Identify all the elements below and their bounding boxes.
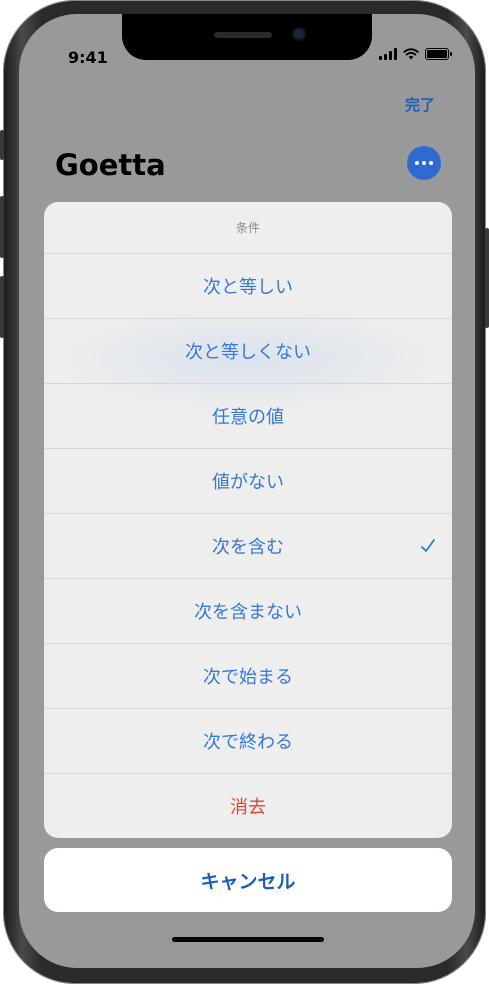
option-begins-with[interactable]: 次で始まる xyxy=(44,644,452,709)
dot-icon xyxy=(429,161,433,165)
phone-frame: 9:41 完了 Goetta 条件 次と等しい 次と等しくない 任意の値 値がな… xyxy=(0,0,489,984)
cancel-button[interactable]: キャンセル xyxy=(44,848,452,912)
option-not-contains[interactable]: 次を含まない xyxy=(44,579,452,644)
status-time: 9:41 xyxy=(68,48,108,67)
option-label: 値がない xyxy=(212,472,284,493)
option-contains[interactable]: 次を含む xyxy=(44,514,452,579)
more-options-button[interactable] xyxy=(407,146,441,180)
clear-button[interactable]: 消去 xyxy=(44,774,452,838)
option-label: 任意の値 xyxy=(212,407,284,428)
option-ends-with[interactable]: 次で終わる xyxy=(44,709,452,774)
done-button[interactable]: 完了 xyxy=(405,94,435,115)
side-button xyxy=(485,228,489,328)
dot-icon xyxy=(415,161,419,165)
option-label: 次で終わる xyxy=(203,732,293,753)
status-indicators xyxy=(379,48,452,60)
option-label: 次を含む xyxy=(212,537,284,558)
mute-switch xyxy=(0,130,4,160)
cellular-signal-icon xyxy=(379,48,397,60)
notch xyxy=(122,14,372,60)
front-camera xyxy=(294,29,304,39)
wifi-icon xyxy=(403,48,419,60)
action-sheet: 条件 次と等しい 次と等しくない 任意の値 値がない 次を含む 次を含まない 次… xyxy=(44,202,452,838)
clear-label: 消去 xyxy=(230,797,266,818)
battery-icon xyxy=(425,48,452,60)
volume-down-button xyxy=(0,276,4,338)
screen: 9:41 完了 Goetta 条件 次と等しい 次と等しくない 任意の値 値がな… xyxy=(19,14,475,968)
dot-icon xyxy=(422,161,426,165)
action-sheet-title: 条件 xyxy=(44,202,452,254)
option-label: 次で始まる xyxy=(203,667,293,688)
option-label: 次と等しくない xyxy=(185,342,311,363)
option-label: 次を含まない xyxy=(194,602,302,623)
option-label: 次と等しい xyxy=(203,277,293,298)
home-indicator xyxy=(172,937,324,942)
option-any-value[interactable]: 任意の値 xyxy=(44,384,452,449)
checkmark-icon xyxy=(421,539,435,552)
option-no-value[interactable]: 値がない xyxy=(44,449,452,514)
option-equals[interactable]: 次と等しい xyxy=(44,254,452,319)
option-not-equals[interactable]: 次と等しくない xyxy=(44,319,452,384)
speaker-grille xyxy=(214,32,272,38)
volume-up-button xyxy=(0,196,4,258)
page-title: Goetta xyxy=(55,148,166,182)
